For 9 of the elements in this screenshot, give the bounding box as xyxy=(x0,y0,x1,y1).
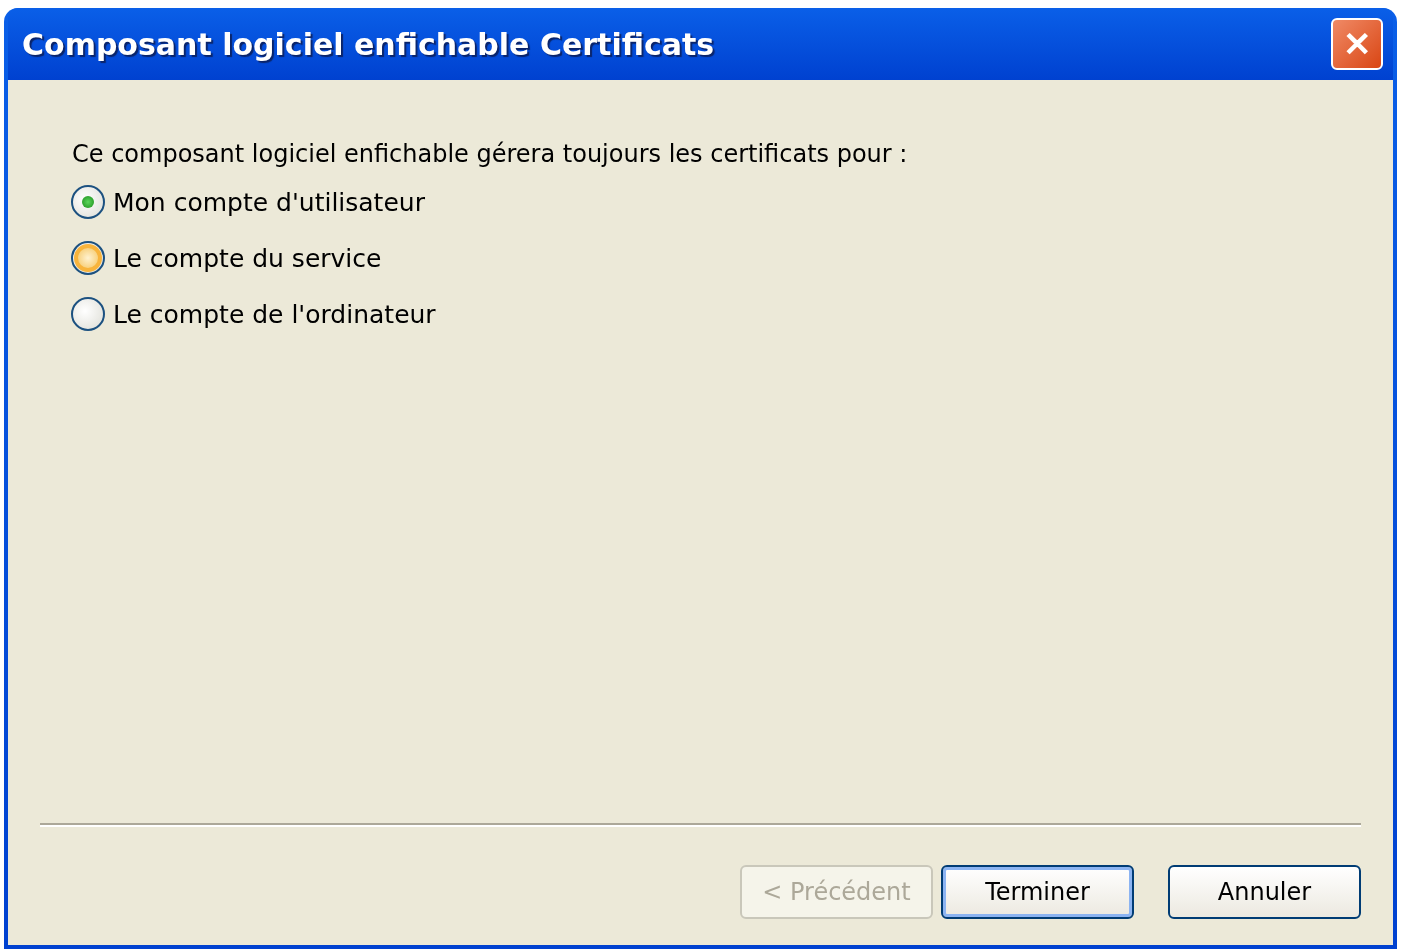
prompt-text: Ce composant logiciel enfichable gérera toujours les certificats pour : xyxy=(72,140,909,168)
radio-label[interactable]: Le compte du service xyxy=(113,243,382,273)
radio-button[interactable] xyxy=(71,185,105,219)
radio-label[interactable]: Le compte de l'ordinateur xyxy=(113,299,436,329)
dialog-button[interactable]: Annuler xyxy=(1168,865,1361,919)
radio-label[interactable]: Mon compte d'utilisateur xyxy=(113,187,425,217)
window-title: Composant logiciel enfichable Certificats xyxy=(22,26,715,62)
dialog-button[interactable]: Terminer xyxy=(941,865,1134,919)
radio-button[interactable] xyxy=(71,297,105,331)
